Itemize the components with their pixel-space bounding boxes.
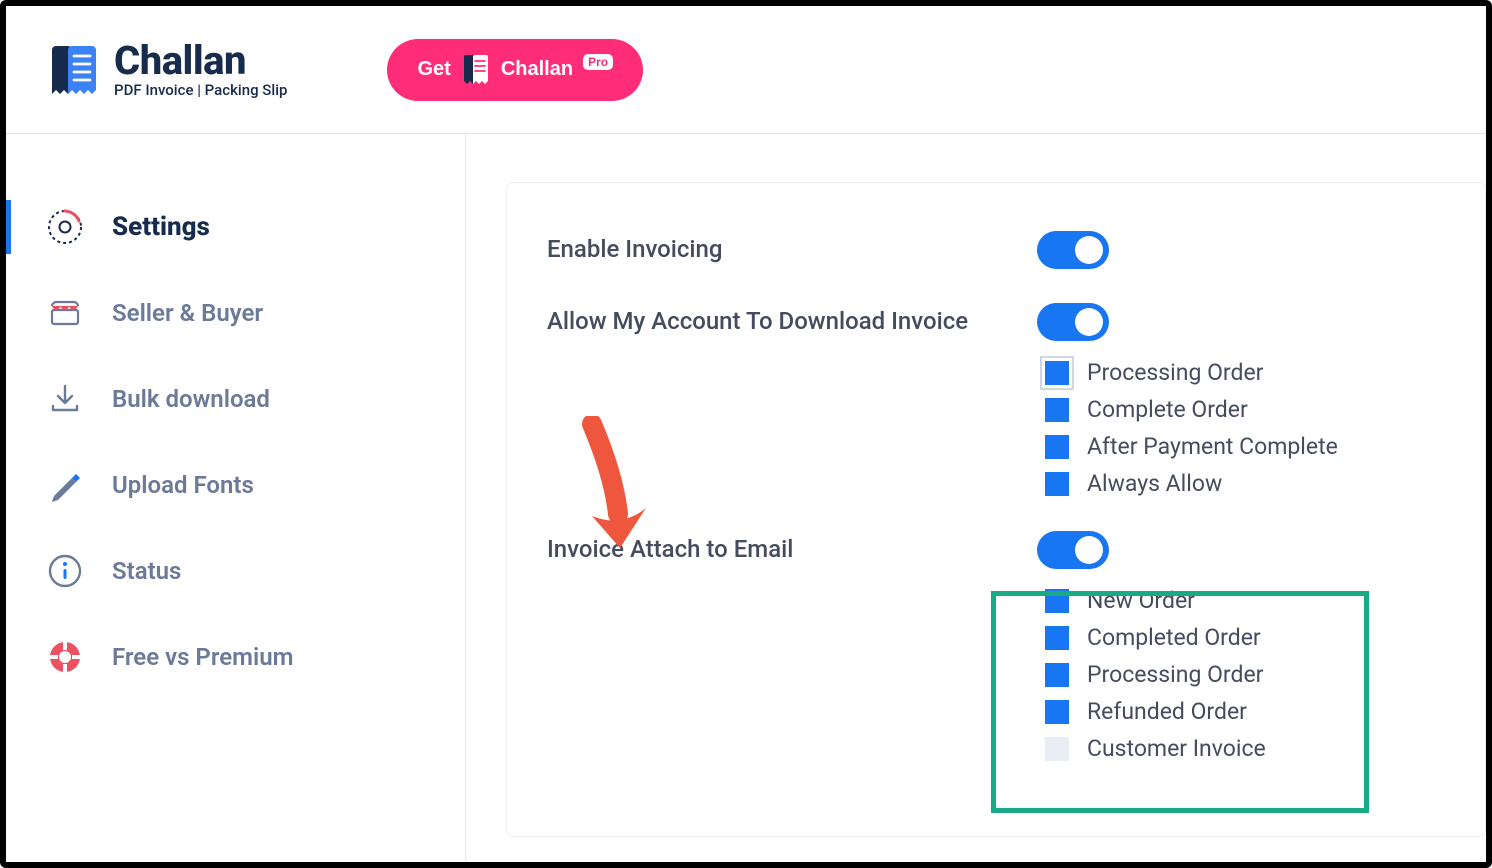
checkbox-icon xyxy=(1045,435,1069,459)
download-option[interactable]: Always Allow xyxy=(1045,470,1338,497)
option-label: Completed Order xyxy=(1087,624,1261,651)
sidebar-item-bulk-download[interactable]: Bulk download xyxy=(6,356,465,442)
checkbox-icon xyxy=(1045,700,1069,724)
brand-icon xyxy=(44,40,104,100)
info-icon xyxy=(46,552,84,590)
toggle-attach-email[interactable] xyxy=(1037,531,1109,569)
checkbox-icon xyxy=(1045,737,1069,761)
brand-tagline: PDF Invoice | Packing Slip xyxy=(114,83,287,98)
sidebar-item-label: Seller & Buyer xyxy=(112,299,263,327)
settings-card: Enable Invoicing Allow My Account To Dow… xyxy=(506,182,1486,837)
option-label: Refunded Order xyxy=(1087,698,1247,725)
email-option[interactable]: Completed Order xyxy=(1045,624,1266,651)
sidebar-item-label: Settings xyxy=(112,212,210,242)
checkbox-icon xyxy=(1045,626,1069,650)
option-label: Always Allow xyxy=(1087,470,1222,497)
sidebar-item-label: Bulk download xyxy=(112,385,270,413)
checkbox-icon xyxy=(1045,663,1069,687)
option-label: Processing Order xyxy=(1087,359,1263,386)
sidebar-item-free-vs-premium[interactable]: Free vs Premium xyxy=(6,614,465,700)
download-icon xyxy=(46,380,84,418)
sidebar-item-label: Free vs Premium xyxy=(112,643,293,671)
option-label: Customer Invoice xyxy=(1087,735,1266,762)
checkbox-icon xyxy=(1045,398,1069,422)
sidebar: Settings Seller & Buyer xyxy=(6,134,466,862)
option-label: Complete Order xyxy=(1087,396,1248,423)
setting-attach-email: Invoice Attach to Email New Order Complet… xyxy=(547,531,1445,762)
email-option[interactable]: New Order xyxy=(1045,587,1266,614)
download-option[interactable]: Complete Order xyxy=(1045,396,1338,423)
main-content: Enable Invoicing Allow My Account To Dow… xyxy=(466,134,1486,862)
app-header: Challan PDF Invoice | Packing Slip Get C… xyxy=(6,6,1486,134)
get-pro-button[interactable]: Get Challan Pro xyxy=(387,39,643,101)
brand: Challan PDF Invoice | Packing Slip xyxy=(44,40,287,100)
pen-icon xyxy=(46,466,84,504)
email-options-group: New Order Completed Order Processing Order… xyxy=(1045,587,1266,762)
brand-name: Challan xyxy=(114,41,287,81)
sidebar-item-status[interactable]: Status xyxy=(6,528,465,614)
get-pro-name-label: Challan xyxy=(501,58,573,81)
download-options-group: Processing Order Complete Order After Paym… xyxy=(1045,359,1338,497)
email-option[interactable]: Refunded Order xyxy=(1045,698,1266,725)
toggle-allow-download[interactable] xyxy=(1037,303,1109,341)
setting-label: Allow My Account To Download Invoice xyxy=(547,303,1017,335)
sidebar-item-seller-buyer[interactable]: Seller & Buyer xyxy=(6,270,465,356)
lifebuoy-icon xyxy=(46,638,84,676)
sidebar-item-upload-fonts[interactable]: Upload Fonts xyxy=(6,442,465,528)
option-label: After Payment Complete xyxy=(1087,433,1338,460)
download-option[interactable]: Processing Order xyxy=(1045,359,1338,386)
setting-label: Enable Invoicing xyxy=(547,231,1017,263)
option-label: New Order xyxy=(1087,587,1195,614)
setting-label: Invoice Attach to Email xyxy=(547,531,1017,563)
checkbox-icon xyxy=(1045,361,1069,385)
gear-icon xyxy=(46,208,84,246)
email-option[interactable]: Processing Order xyxy=(1045,661,1266,688)
checkbox-icon xyxy=(1045,589,1069,613)
email-option[interactable]: Customer Invoice xyxy=(1045,735,1266,762)
pro-badge: Pro xyxy=(583,54,613,70)
option-label: Processing Order xyxy=(1087,661,1263,688)
store-icon xyxy=(46,294,84,332)
receipt-icon xyxy=(461,53,491,87)
sidebar-item-label: Status xyxy=(112,557,181,585)
checkbox-icon xyxy=(1045,472,1069,496)
sidebar-item-label: Upload Fonts xyxy=(112,471,254,499)
sidebar-item-settings[interactable]: Settings xyxy=(6,184,465,270)
setting-enable-invoicing: Enable Invoicing xyxy=(547,231,1445,269)
get-pro-get-label: Get xyxy=(417,58,450,81)
download-option[interactable]: After Payment Complete xyxy=(1045,433,1338,460)
setting-allow-download: Allow My Account To Download Invoice Pro… xyxy=(547,303,1445,497)
toggle-enable-invoicing[interactable] xyxy=(1037,231,1109,269)
